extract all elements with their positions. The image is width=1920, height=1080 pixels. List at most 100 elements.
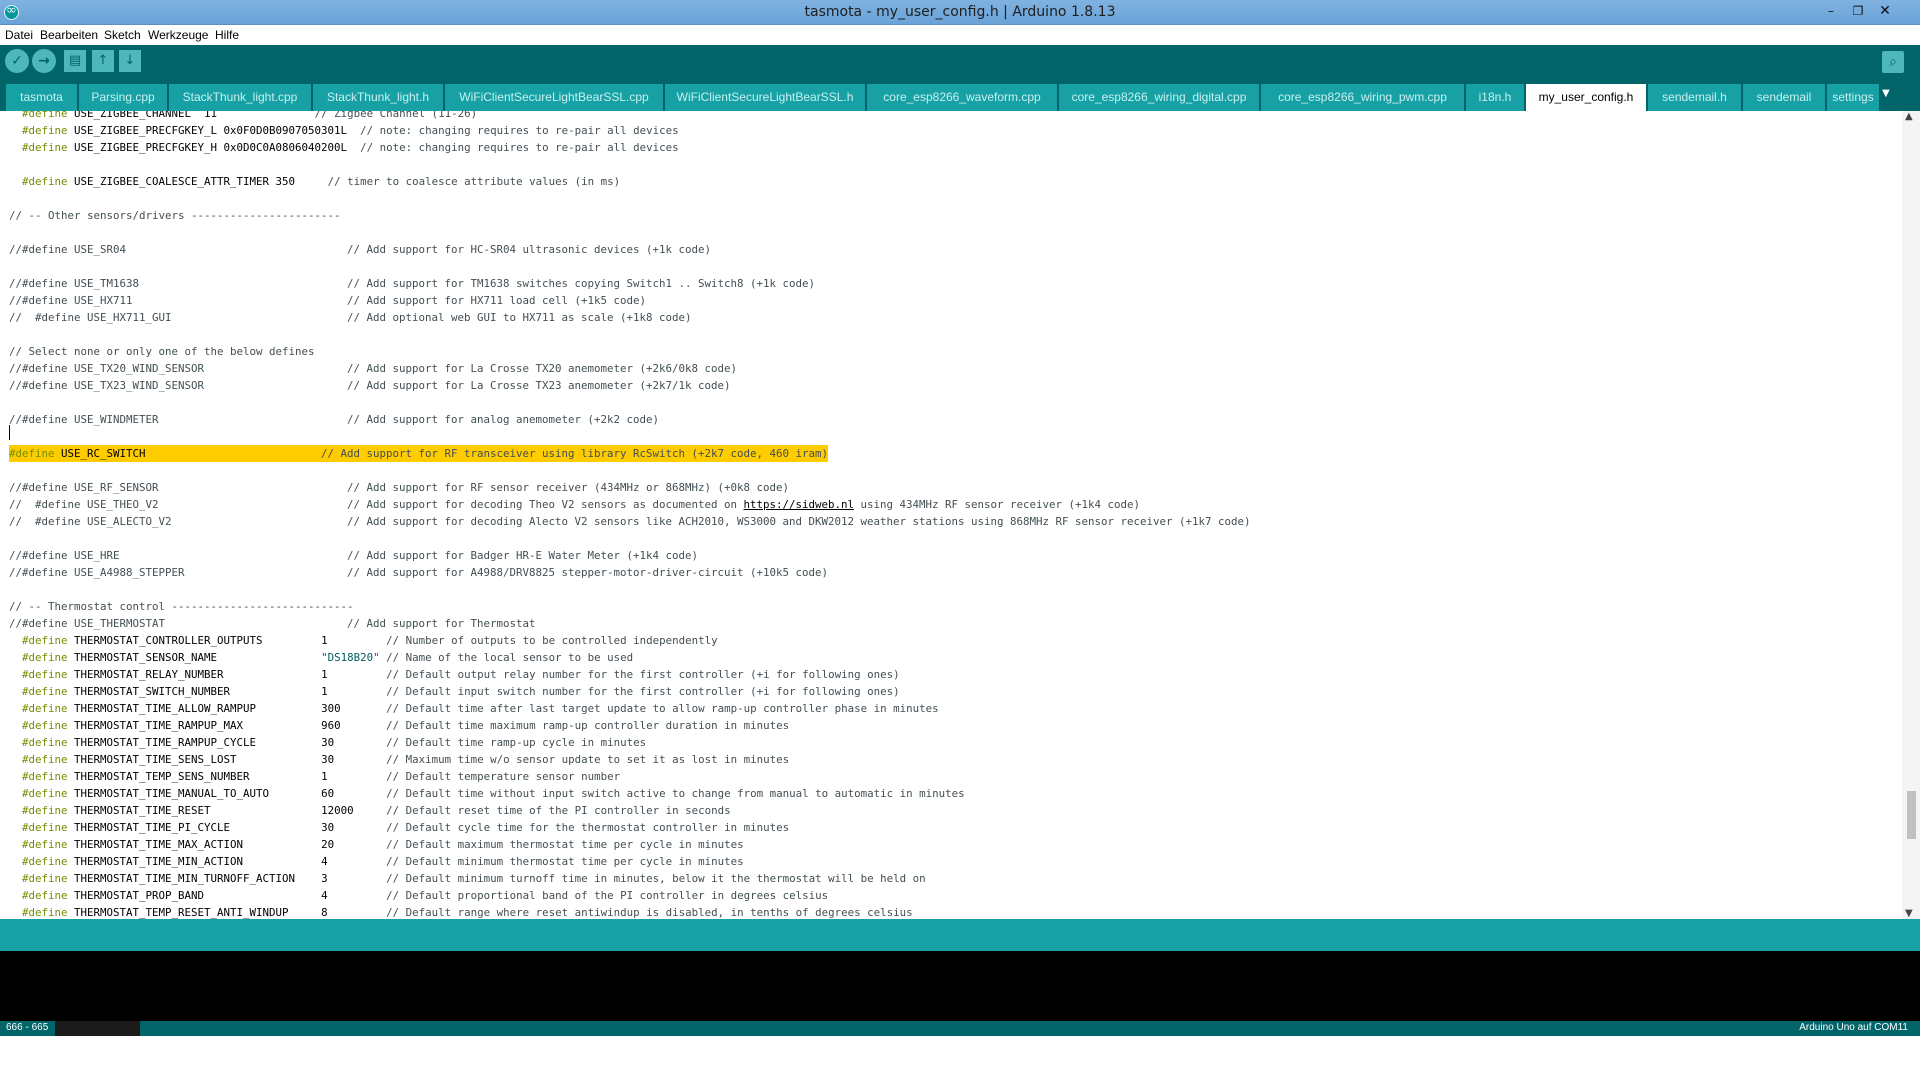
code-line[interactable]: #define THERMOSTAT_TIME_RAMPUP_CYCLE 30 …: [9, 734, 1251, 751]
code-line[interactable]: #define THERMOSTAT_PROP_BAND 4 // Defaul…: [9, 887, 1251, 904]
tab-sendemail[interactable]: sendemail: [1743, 84, 1825, 111]
code-line[interactable]: #define THERMOSTAT_SENSOR_NAME "DS18B20"…: [9, 649, 1251, 666]
code-line[interactable]: #define THERMOSTAT_TEMP_RESET_ANTI_WINDU…: [9, 904, 1251, 919]
save-sketch-button[interactable]: ↓: [119, 50, 141, 72]
code-line[interactable]: //#define USE_TX20_WIND_SENSOR // Add su…: [9, 360, 1251, 377]
tab-wificlientsecurelightbearssl-cpp[interactable]: WiFiClientSecureLightBearSSL.cpp: [445, 84, 663, 111]
scroll-up-icon[interactable]: ▲: [1905, 111, 1913, 122]
code-line[interactable]: [9, 462, 1251, 479]
vertical-scrollbar[interactable]: ▲ ▼: [1902, 111, 1920, 919]
menu-datei[interactable]: Datei: [5, 28, 33, 42]
code-line[interactable]: [9, 581, 1251, 598]
code-line[interactable]: #define USE_ZIGBEE_PRECFGKEY_L 0x0F0D0B0…: [9, 122, 1251, 139]
new-sketch-button[interactable]: ▤: [64, 50, 86, 72]
code-comment: //#define USE_RF_SENSOR // Add support f…: [9, 481, 790, 494]
code-line[interactable]: [9, 156, 1251, 173]
tab-parsing-cpp[interactable]: Parsing.cpp: [79, 84, 167, 111]
menu-bearbeiten[interactable]: Bearbeiten: [40, 28, 98, 42]
maximize-button[interactable]: ❐: [1847, 2, 1869, 20]
code-line[interactable]: // #define USE_THEO_V2 // Add support fo…: [9, 496, 1251, 513]
tab-menu-icon[interactable]: ▼: [1882, 88, 1890, 99]
code-line[interactable]: #define THERMOSTAT_CONTROLLER_OUTPUTS 1 …: [9, 632, 1251, 649]
code-line[interactable]: #define THERMOSTAT_TIME_PI_CYCLE 30 // D…: [9, 819, 1251, 836]
code-line[interactable]: //#define USE_RF_SENSOR // Add support f…: [9, 479, 1251, 496]
code-line[interactable]: // #define USE_HX711_GUI // Add optional…: [9, 309, 1251, 326]
code-line[interactable]: // -- Other sensors/drivers ------------…: [9, 207, 1251, 224]
code-keyword: #define: [22, 770, 68, 783]
code-line[interactable]: //#define USE_SR04 // Add support for HC…: [9, 241, 1251, 258]
code-line[interactable]: [9, 428, 1251, 445]
code-line[interactable]: #define USE_ZIGBEE_CHANNEL 11 // Zigbee …: [9, 111, 1251, 122]
code-line[interactable]: //#define USE_HRE // Add support for Bad…: [9, 547, 1251, 564]
menu-sketch[interactable]: Sketch: [104, 28, 141, 42]
code-line[interactable]: //#define USE_A4988_STEPPER // Add suppo…: [9, 564, 1251, 581]
code-line[interactable]: //#define USE_WINDMETER // Add support f…: [9, 411, 1251, 428]
code-line[interactable]: #define THERMOSTAT_SWITCH_NUMBER 1 // De…: [9, 683, 1251, 700]
code-line[interactable]: #define USE_ZIGBEE_PRECFGKEY_H 0x0D0C0A0…: [9, 139, 1251, 156]
scroll-thumb[interactable]: [1907, 791, 1916, 839]
code-comment: // Default time maximum ramp-up controll…: [386, 719, 790, 732]
code-text[interactable]: #define USE_ZIGBEE_CHANNEL 11 // Zigbee …: [9, 111, 1251, 919]
code-line[interactable]: // #define USE_ALECTO_V2 // Add support …: [9, 513, 1251, 530]
code-line[interactable]: #define THERMOSTAT_TIME_MANUAL_TO_AUTO 6…: [9, 785, 1251, 802]
verify-button[interactable]: ✓: [5, 49, 29, 73]
tab-core-esp8266-wiring-pwm-cpp[interactable]: core_esp8266_wiring_pwm.cpp: [1261, 84, 1464, 111]
tab-sendemail-h[interactable]: sendemail.h: [1648, 84, 1741, 111]
code-value: 12000: [321, 804, 387, 817]
code-line[interactable]: #define THERMOSTAT_RELAY_NUMBER 1 // Def…: [9, 666, 1251, 683]
code-comment: // Number of outputs to be controlled in…: [386, 634, 718, 647]
code-line[interactable]: //#define USE_HX711 // Add support for H…: [9, 292, 1251, 309]
code-line[interactable]: [9, 394, 1251, 411]
close-button[interactable]: ✕: [1874, 2, 1896, 20]
code-editor[interactable]: #define USE_ZIGBEE_CHANNEL 11 // Zigbee …: [0, 111, 1902, 919]
code-line[interactable]: #define THERMOSTAT_TEMP_SENS_NUMBER 1 //…: [9, 768, 1251, 785]
code-line[interactable]: // Select none or only one of the below …: [9, 343, 1251, 360]
tab-stackthunk-light-cpp[interactable]: StackThunk_light.cpp: [169, 84, 311, 111]
code-line[interactable]: [9, 224, 1251, 241]
code-line[interactable]: //#define USE_TM1638 // Add support for …: [9, 275, 1251, 292]
code-line[interactable]: #define THERMOSTAT_TIME_MIN_ACTION 4 // …: [9, 853, 1251, 870]
code-line[interactable]: [9, 530, 1251, 547]
code-line[interactable]: // -- Thermostat control ---------------…: [9, 598, 1251, 615]
code-line[interactable]: [9, 258, 1251, 275]
minimize-button[interactable]: –: [1820, 2, 1842, 20]
serial-monitor-button[interactable]: ⌕: [1882, 51, 1904, 73]
tab-wificlientsecurelightbearssl-h[interactable]: WiFiClientSecureLightBearSSL.h: [665, 84, 865, 111]
code-keyword: #define: [22, 175, 68, 188]
scroll-down-icon[interactable]: ▼: [1905, 908, 1913, 919]
code-line[interactable]: #define USE_ZIGBEE_COALESCE_ATTR_TIMER 3…: [9, 173, 1251, 190]
code-line[interactable]: [9, 326, 1251, 343]
code-line[interactable]: //#define USE_THERMOSTAT // Add support …: [9, 615, 1251, 632]
code-comment: // Maximum time w/o sensor update to set…: [386, 753, 790, 766]
code-line[interactable]: #define THERMOSTAT_TIME_MAX_ACTION 20 //…: [9, 836, 1251, 853]
code-line[interactable]: #define THERMOSTAT_TIME_RAMPUP_MAX 960 /…: [9, 717, 1251, 734]
code-comment: // note: changing requires to re-pair al…: [360, 141, 679, 154]
code-comment: using 434MHz RF sensor receiver (+1k4 co…: [854, 498, 1141, 511]
tab-core-esp8266-wiring-digital-cpp[interactable]: core_esp8266_wiring_digital.cpp: [1059, 84, 1259, 111]
code-line[interactable]: #define THERMOSTAT_TIME_SENS_LOST 30 // …: [9, 751, 1251, 768]
tab-core-esp8266-waveform-cpp[interactable]: core_esp8266_waveform.cpp: [867, 84, 1057, 111]
code-line[interactable]: #define THERMOSTAT_TIME_ALLOW_RAMPUP 300…: [9, 700, 1251, 717]
menu-werkzeuge[interactable]: Werkzeuge: [148, 28, 208, 42]
code-value: 30: [321, 753, 387, 766]
menu-hilfe[interactable]: Hilfe: [215, 28, 239, 42]
code-line[interactable]: //#define USE_TX23_WIND_SENSOR // Add su…: [9, 377, 1251, 394]
code-line[interactable]: [9, 190, 1251, 207]
code-line[interactable]: #define USE_RC_SWITCH // Add support for…: [9, 445, 1251, 462]
tab-stackthunk-light-h[interactable]: StackThunk_light.h: [313, 84, 443, 111]
tab-my-user-config-h[interactable]: my_user_config.h: [1526, 84, 1646, 111]
upload-button[interactable]: →: [32, 49, 56, 73]
open-sketch-button[interactable]: ↑: [92, 50, 114, 72]
code-line[interactable]: #define THERMOSTAT_TIME_MIN_TURNOFF_ACTI…: [9, 870, 1251, 887]
tab-i18n-h[interactable]: i18n.h: [1466, 84, 1524, 111]
tab-settings[interactable]: settings: [1827, 84, 1879, 111]
tab-tasmota[interactable]: tasmota: [6, 84, 77, 111]
code-line[interactable]: #define THERMOSTAT_TIME_RESET 12000 // D…: [9, 802, 1251, 819]
